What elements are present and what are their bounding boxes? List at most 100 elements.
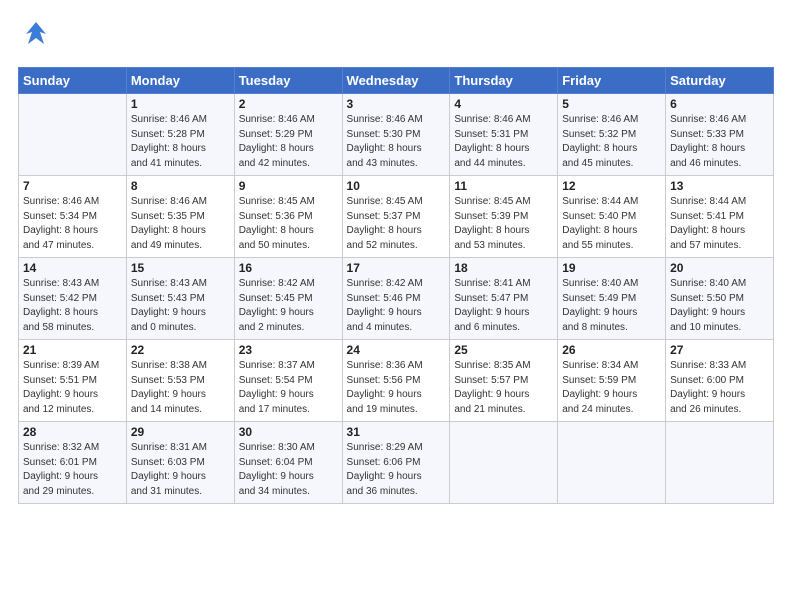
day-info: Sunrise: 8:29 AM Sunset: 6:06 PM Dayligh…	[347, 441, 446, 499]
week-row-3: 21 Sunrise: 8:39 AM Sunset: 5:51 PM Dayli…	[19, 340, 774, 422]
calendar-cell: 28 Sunrise: 8:32 AM Sunset: 6:01 PM Dayli…	[19, 422, 127, 504]
weekday-friday: Friday	[558, 68, 666, 94]
day-number: 22	[131, 343, 230, 357]
calendar-cell: 18Sunrise: 8:41 AM Sunset: 5:47 PM Dayli…	[450, 258, 558, 340]
day-number: 14	[23, 261, 122, 275]
day-number: 5	[562, 97, 661, 111]
day-number: 25	[454, 343, 553, 357]
day-info: Sunrise: 8:46 AM Sunset: 5:28 PM Dayligh…	[131, 113, 230, 171]
calendar-cell: 7 Sunrise: 8:46 AM Sunset: 5:34 PM Daylig…	[19, 176, 127, 258]
day-number: 10	[347, 179, 446, 193]
day-info: Sunrise: 8:45 AM Sunset: 5:36 PM Dayligh…	[239, 195, 338, 253]
calendar-cell: 4 Sunrise: 8:46 AM Sunset: 5:31 PM Daylig…	[450, 94, 558, 176]
calendar-cell: 24 Sunrise: 8:36 AM Sunset: 5:56 PM Dayli…	[342, 340, 450, 422]
weekday-wednesday: Wednesday	[342, 68, 450, 94]
page-container: SundayMondayTuesdayWednesdayThursdayFrid…	[0, 0, 792, 612]
day-info: Sunrise: 8:31 AM Sunset: 6:03 PM Dayligh…	[131, 441, 230, 499]
day-number: 1	[131, 97, 230, 111]
calendar-cell: 9 Sunrise: 8:45 AM Sunset: 5:36 PM Daylig…	[234, 176, 342, 258]
calendar-cell	[19, 94, 127, 176]
calendar-cell: 10Sunrise: 8:45 AM Sunset: 5:37 PM Dayli…	[342, 176, 450, 258]
week-row-0: 1 Sunrise: 8:46 AM Sunset: 5:28 PM Daylig…	[19, 94, 774, 176]
day-info: Sunrise: 8:37 AM Sunset: 5:54 PM Dayligh…	[239, 359, 338, 417]
weekday-tuesday: Tuesday	[234, 68, 342, 94]
calendar-table: SundayMondayTuesdayWednesdayThursdayFrid…	[18, 67, 774, 504]
calendar-cell: 20Sunrise: 8:40 AM Sunset: 5:50 PM Dayli…	[666, 258, 774, 340]
day-info: Sunrise: 8:46 AM Sunset: 5:31 PM Dayligh…	[454, 113, 553, 171]
day-number: 7	[23, 179, 122, 193]
calendar-cell: 1 Sunrise: 8:46 AM Sunset: 5:28 PM Daylig…	[126, 94, 234, 176]
calendar-cell: 14 Sunrise: 8:43 AM Sunset: 5:42 PM Dayli…	[19, 258, 127, 340]
day-number: 2	[239, 97, 338, 111]
day-info: Sunrise: 8:34 AM Sunset: 5:59 PM Dayligh…	[562, 359, 661, 417]
day-info: Sunrise: 8:46 AM Sunset: 5:35 PM Dayligh…	[131, 195, 230, 253]
day-number: 26	[562, 343, 661, 357]
day-info: Sunrise: 8:43 AM Sunset: 5:43 PM Dayligh…	[131, 277, 230, 335]
calendar-cell: 27Sunrise: 8:33 AM Sunset: 6:00 PM Dayli…	[666, 340, 774, 422]
calendar-cell: 5Sunrise: 8:46 AM Sunset: 5:32 PM Daylig…	[558, 94, 666, 176]
day-info: Sunrise: 8:35 AM Sunset: 5:57 PM Dayligh…	[454, 359, 553, 417]
day-number: 23	[239, 343, 338, 357]
calendar-cell: 19 Sunrise: 8:40 AM Sunset: 5:49 PM Dayli…	[558, 258, 666, 340]
day-info: Sunrise: 8:42 AM Sunset: 5:45 PM Dayligh…	[239, 277, 338, 335]
day-number: 15	[131, 261, 230, 275]
calendar-cell: 13Sunrise: 8:44 AM Sunset: 5:41 PM Dayli…	[666, 176, 774, 258]
weekday-saturday: Saturday	[666, 68, 774, 94]
day-number: 30	[239, 425, 338, 439]
day-info: Sunrise: 8:46 AM Sunset: 5:34 PM Dayligh…	[23, 195, 122, 253]
day-number: 3	[347, 97, 446, 111]
calendar-cell: 25 Sunrise: 8:35 AM Sunset: 5:57 PM Dayli…	[450, 340, 558, 422]
day-number: 27	[670, 343, 769, 357]
calendar-cell: 30 Sunrise: 8:30 AM Sunset: 6:04 PM Dayli…	[234, 422, 342, 504]
logo	[18, 18, 58, 59]
day-info: Sunrise: 8:39 AM Sunset: 5:51 PM Dayligh…	[23, 359, 122, 417]
calendar-cell: 16Sunrise: 8:42 AM Sunset: 5:45 PM Dayli…	[234, 258, 342, 340]
day-info: Sunrise: 8:46 AM Sunset: 5:30 PM Dayligh…	[347, 113, 446, 171]
day-number: 17	[347, 261, 446, 275]
day-number: 11	[454, 179, 553, 193]
calendar-cell: 29Sunrise: 8:31 AM Sunset: 6:03 PM Dayli…	[126, 422, 234, 504]
calendar-cell	[666, 422, 774, 504]
calendar-cell	[450, 422, 558, 504]
weekday-header-row: SundayMondayTuesdayWednesdayThursdayFrid…	[19, 68, 774, 94]
weekday-monday: Monday	[126, 68, 234, 94]
day-number: 6	[670, 97, 769, 111]
day-info: Sunrise: 8:43 AM Sunset: 5:42 PM Dayligh…	[23, 277, 122, 335]
day-number: 18	[454, 261, 553, 275]
weekday-thursday: Thursday	[450, 68, 558, 94]
day-info: Sunrise: 8:32 AM Sunset: 6:01 PM Dayligh…	[23, 441, 122, 499]
day-info: Sunrise: 8:36 AM Sunset: 5:56 PM Dayligh…	[347, 359, 446, 417]
day-info: Sunrise: 8:45 AM Sunset: 5:39 PM Dayligh…	[454, 195, 553, 253]
weekday-sunday: Sunday	[19, 68, 127, 94]
calendar-cell: 8Sunrise: 8:46 AM Sunset: 5:35 PM Daylig…	[126, 176, 234, 258]
day-number: 31	[347, 425, 446, 439]
calendar-cell: 12Sunrise: 8:44 AM Sunset: 5:40 PM Dayli…	[558, 176, 666, 258]
day-number: 9	[239, 179, 338, 193]
calendar-cell: 6 Sunrise: 8:46 AM Sunset: 5:33 PM Daylig…	[666, 94, 774, 176]
calendar-cell: 23 Sunrise: 8:37 AM Sunset: 5:54 PM Dayli…	[234, 340, 342, 422]
calendar-cell: 26 Sunrise: 8:34 AM Sunset: 5:59 PM Dayli…	[558, 340, 666, 422]
calendar-cell: 3 Sunrise: 8:46 AM Sunset: 5:30 PM Daylig…	[342, 94, 450, 176]
week-row-2: 14 Sunrise: 8:43 AM Sunset: 5:42 PM Dayli…	[19, 258, 774, 340]
logo-bird-icon	[18, 18, 54, 59]
day-info: Sunrise: 8:30 AM Sunset: 6:04 PM Dayligh…	[239, 441, 338, 499]
calendar-cell: 22Sunrise: 8:38 AM Sunset: 5:53 PM Dayli…	[126, 340, 234, 422]
day-number: 4	[454, 97, 553, 111]
day-info: Sunrise: 8:40 AM Sunset: 5:49 PM Dayligh…	[562, 277, 661, 335]
day-number: 21	[23, 343, 122, 357]
day-info: Sunrise: 8:46 AM Sunset: 5:33 PM Dayligh…	[670, 113, 769, 171]
day-info: Sunrise: 8:42 AM Sunset: 5:46 PM Dayligh…	[347, 277, 446, 335]
calendar-cell	[558, 422, 666, 504]
day-info: Sunrise: 8:44 AM Sunset: 5:40 PM Dayligh…	[562, 195, 661, 253]
calendar-cell: 2 Sunrise: 8:46 AM Sunset: 5:29 PM Daylig…	[234, 94, 342, 176]
day-number: 28	[23, 425, 122, 439]
day-number: 19	[562, 261, 661, 275]
week-row-1: 7 Sunrise: 8:46 AM Sunset: 5:34 PM Daylig…	[19, 176, 774, 258]
calendar-cell: 21 Sunrise: 8:39 AM Sunset: 5:51 PM Dayli…	[19, 340, 127, 422]
week-row-4: 28 Sunrise: 8:32 AM Sunset: 6:01 PM Dayli…	[19, 422, 774, 504]
calendar-cell: 31 Sunrise: 8:29 AM Sunset: 6:06 PM Dayli…	[342, 422, 450, 504]
day-info: Sunrise: 8:44 AM Sunset: 5:41 PM Dayligh…	[670, 195, 769, 253]
day-number: 24	[347, 343, 446, 357]
day-info: Sunrise: 8:46 AM Sunset: 5:29 PM Dayligh…	[239, 113, 338, 171]
calendar-cell: 15 Sunrise: 8:43 AM Sunset: 5:43 PM Dayli…	[126, 258, 234, 340]
